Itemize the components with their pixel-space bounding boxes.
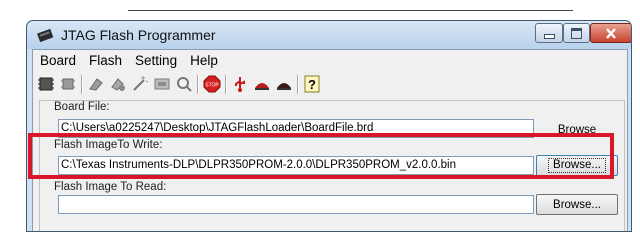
flash-read-field[interactable] bbox=[58, 195, 534, 214]
device-red-icon[interactable] bbox=[253, 75, 271, 93]
svg-text:STOP: STOP bbox=[205, 83, 219, 89]
minimize-icon bbox=[543, 34, 555, 39]
toolbar-separator bbox=[225, 75, 227, 94]
flash-write-browse-label: Browse... bbox=[548, 158, 606, 173]
flash-write-label: Flash ImageTo Write: bbox=[54, 139, 163, 151]
stop-icon[interactable]: STOP bbox=[203, 75, 221, 93]
file-groupbox: Board File: C:\Users\a0225247\Desktop\JT… bbox=[39, 100, 625, 231]
toolbar-separator bbox=[297, 75, 299, 94]
maximize-icon bbox=[571, 27, 582, 39]
menu-flash[interactable]: Flash bbox=[82, 50, 128, 71]
flash-write-field[interactable]: C:\Texas Instruments-DLP\DLPR350PROM-2.0… bbox=[58, 156, 534, 175]
menu-setting[interactable]: Setting bbox=[128, 50, 183, 71]
flash-write-browse-button[interactable]: Browse... bbox=[536, 155, 618, 176]
flash-read-label: Flash Image To Read: bbox=[54, 181, 167, 193]
menu-bar: Board Flash Setting Help bbox=[33, 50, 627, 71]
close-button[interactable] bbox=[590, 23, 631, 43]
app-window: JTAG Flash Programmer Board Flash Settin… bbox=[26, 20, 632, 232]
help-icon[interactable]: ? bbox=[303, 75, 321, 93]
verify-icon[interactable] bbox=[175, 75, 193, 93]
app-icon bbox=[37, 28, 54, 43]
device-dark-icon[interactable] bbox=[275, 75, 293, 93]
erase-icon[interactable] bbox=[87, 75, 105, 93]
board-file-label: Board File: bbox=[54, 101, 110, 113]
memory-icon[interactable] bbox=[153, 75, 171, 93]
board-file-browse-label: Browse bbox=[557, 123, 597, 136]
chip-icon[interactable] bbox=[37, 75, 55, 93]
svg-text:?: ? bbox=[308, 77, 316, 92]
toolbar-separator bbox=[81, 75, 83, 94]
board-file-browse-button[interactable]: Browse bbox=[536, 119, 618, 140]
maximize-button[interactable] bbox=[563, 23, 590, 43]
menu-help[interactable]: Help bbox=[183, 50, 224, 71]
flash-read-browse-label: Browse... bbox=[553, 198, 601, 211]
menu-board[interactable]: Board bbox=[33, 50, 82, 71]
toolbar: STOP ? bbox=[33, 73, 627, 97]
close-icon bbox=[606, 27, 616, 39]
separator-line bbox=[128, 10, 573, 11]
wand-icon[interactable] bbox=[131, 75, 149, 93]
window-title: JTAG Flash Programmer bbox=[61, 27, 216, 43]
toolbar-separator bbox=[197, 75, 199, 94]
board-file-field[interactable]: C:\Users\a0225247\Desktop\JTAGFlashLoade… bbox=[58, 119, 534, 138]
program-icon[interactable] bbox=[109, 75, 127, 93]
minimize-button[interactable] bbox=[535, 23, 563, 43]
client-area: Board Flash Setting Help STOP ? Board Fi… bbox=[32, 49, 628, 231]
flash-read-browse-button[interactable]: Browse... bbox=[536, 194, 618, 215]
usb-icon[interactable] bbox=[231, 75, 249, 93]
title-bar[interactable]: JTAG Flash Programmer bbox=[27, 21, 631, 49]
chip-connect-icon[interactable] bbox=[59, 75, 77, 93]
